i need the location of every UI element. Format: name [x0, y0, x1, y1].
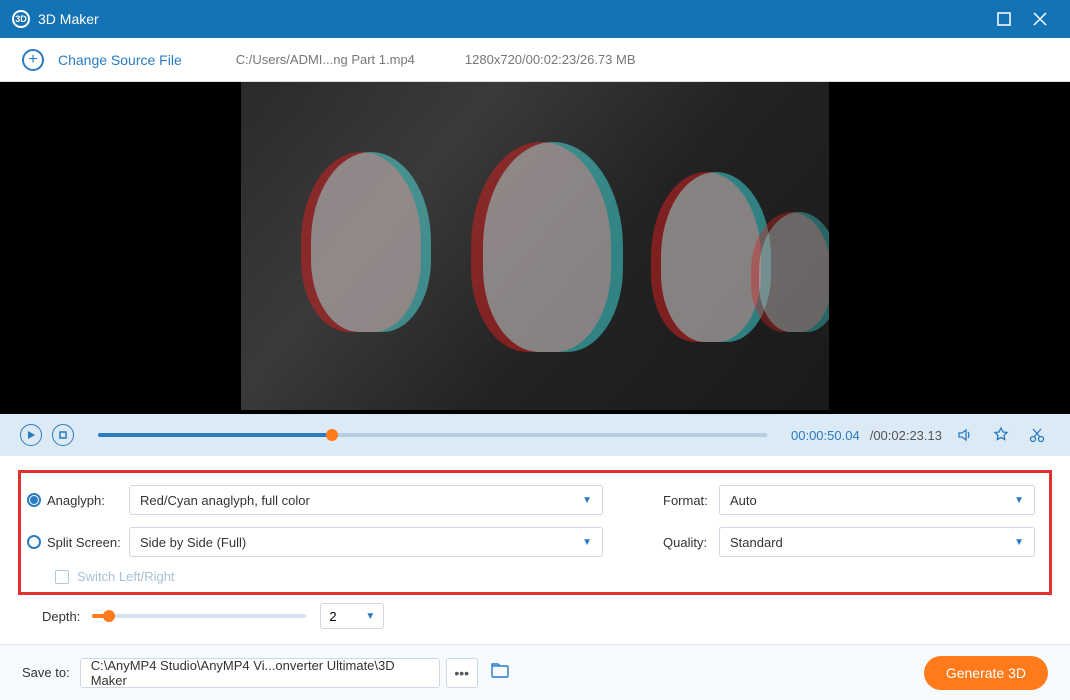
quality-value: Standard	[730, 535, 783, 550]
snapshot-icon[interactable]	[988, 426, 1014, 444]
settings-panel: Anaglyph: Red/Cyan anaglyph, full color …	[0, 456, 1070, 633]
anaglyph-label: Anaglyph:	[47, 493, 129, 508]
seek-slider[interactable]	[98, 433, 767, 437]
app-icon: 3D	[12, 10, 30, 28]
play-button[interactable]	[20, 424, 42, 446]
depth-select[interactable]: 2 ▼	[320, 603, 384, 629]
quality-label: Quality:	[663, 535, 719, 550]
plus-icon[interactable]: +	[22, 49, 44, 71]
switch-lr-checkbox[interactable]	[55, 570, 69, 584]
title-bar: 3D 3D Maker	[0, 0, 1070, 38]
open-folder-icon[interactable]	[490, 661, 510, 684]
split-select[interactable]: Side by Side (Full) ▼	[129, 527, 603, 557]
highlighted-settings: Anaglyph: Red/Cyan anaglyph, full color …	[18, 470, 1052, 595]
chevron-down-icon: ▼	[1014, 537, 1024, 548]
split-radio[interactable]	[27, 535, 41, 549]
anaglyph-value: Red/Cyan anaglyph, full color	[140, 493, 310, 508]
volume-icon[interactable]	[952, 426, 978, 444]
split-label: Split Screen:	[47, 535, 129, 550]
source-path: C:/Users/ADMI...ng Part 1.mp4	[236, 52, 415, 67]
cut-icon[interactable]	[1024, 426, 1050, 444]
minimize-button[interactable]	[986, 1, 1022, 37]
close-button[interactable]	[1022, 1, 1058, 37]
chevron-down-icon: ▼	[365, 611, 375, 622]
change-source-link[interactable]: Change Source File	[58, 52, 182, 68]
quality-select[interactable]: Standard ▼	[719, 527, 1035, 557]
generate-3d-button[interactable]: Generate 3D	[924, 656, 1048, 690]
save-to-label: Save to:	[22, 665, 70, 680]
stop-button[interactable]	[52, 424, 74, 446]
format-value: Auto	[730, 493, 757, 508]
depth-slider[interactable]	[92, 614, 306, 618]
generate-label: Generate 3D	[946, 665, 1026, 681]
source-bar: + Change Source File C:/Users/ADMI...ng …	[0, 38, 1070, 82]
chevron-down-icon: ▼	[1014, 495, 1024, 506]
depth-value: 2	[329, 609, 336, 624]
save-path-field[interactable]: C:\AnyMP4 Studio\AnyMP4 Vi...onverter Ul…	[80, 658, 440, 688]
video-preview	[0, 82, 1070, 414]
save-path-value: C:\AnyMP4 Studio\AnyMP4 Vi...onverter Ul…	[91, 658, 429, 688]
split-value: Side by Side (Full)	[140, 535, 246, 550]
switch-lr-label: Switch Left/Right	[77, 569, 175, 584]
format-select[interactable]: Auto ▼	[719, 485, 1035, 515]
chevron-down-icon: ▼	[582, 495, 592, 506]
browse-button[interactable]: •••	[446, 658, 478, 688]
anaglyph-select[interactable]: Red/Cyan anaglyph, full color ▼	[129, 485, 603, 515]
time-total: /00:02:23.13	[870, 428, 942, 443]
depth-row: Depth: 2 ▼	[18, 595, 1052, 629]
source-meta: 1280x720/00:02:23/26.73 MB	[465, 52, 636, 67]
depth-label: Depth:	[42, 609, 80, 624]
chevron-down-icon: ▼	[582, 537, 592, 548]
bottom-bar: Save to: C:\AnyMP4 Studio\AnyMP4 Vi...on…	[0, 644, 1070, 700]
format-label: Format:	[663, 493, 719, 508]
window-title: 3D Maker	[38, 11, 986, 27]
time-current: 00:00:50.04	[791, 428, 860, 443]
video-frame	[241, 82, 829, 410]
playback-bar: 00:00:50.04/00:02:23.13	[0, 414, 1070, 456]
anaglyph-radio[interactable]	[27, 493, 41, 507]
